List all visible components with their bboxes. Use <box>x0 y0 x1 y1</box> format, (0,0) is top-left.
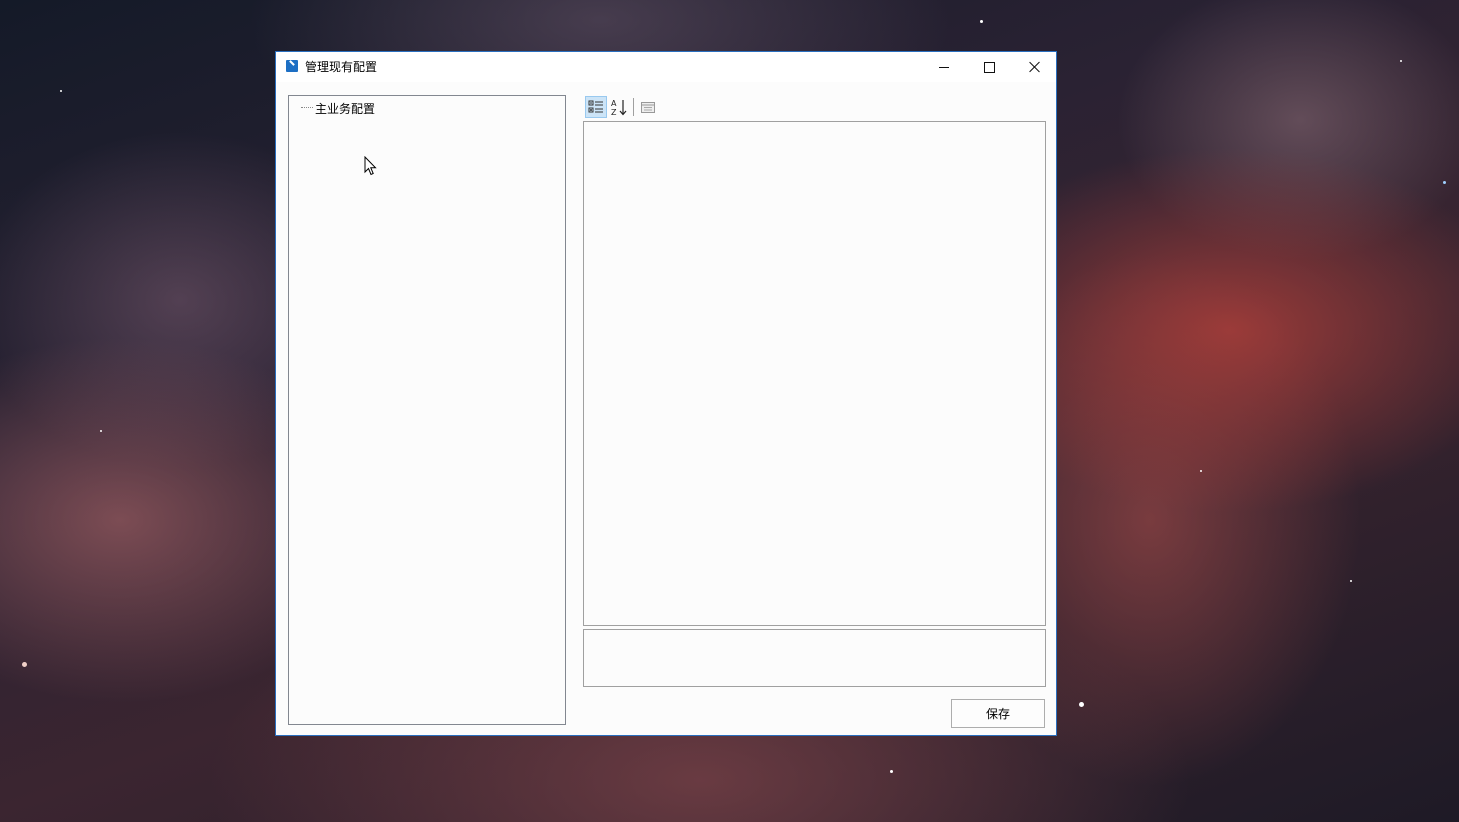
categorized-view-icon <box>588 100 603 113</box>
tree-node-label: 主业务配置 <box>315 101 376 116</box>
toolbar-separator <box>633 98 634 116</box>
manage-config-window: 管理现有配置 主业务配置 A Z 保存 <box>275 51 1057 736</box>
svg-text:Z: Z <box>611 108 617 116</box>
wrench-app-icon <box>286 60 298 72</box>
maximize-button[interactable] <box>966 52 1012 82</box>
svg-text:A: A <box>611 99 617 108</box>
close-button[interactable] <box>1012 52 1058 82</box>
property-description-panel <box>583 629 1046 687</box>
tree-node-main-business-config[interactable]: 主业务配置 <box>301 100 375 116</box>
star <box>1443 181 1446 184</box>
star <box>1200 470 1202 472</box>
star <box>100 430 102 432</box>
maximize-icon <box>983 61 995 73</box>
categorized-view-button[interactable] <box>585 96 607 118</box>
minimize-button[interactable] <box>921 52 967 82</box>
property-grid[interactable] <box>583 121 1046 626</box>
mouse-cursor-icon <box>364 156 377 176</box>
save-button[interactable]: 保存 <box>951 699 1045 728</box>
star <box>60 90 62 92</box>
star <box>1400 60 1402 62</box>
title-bar[interactable]: 管理现有配置 <box>276 52 1056 82</box>
config-tree-view[interactable]: 主业务配置 <box>288 95 566 725</box>
tree-connector-line <box>301 107 313 109</box>
star <box>980 20 983 23</box>
alphabetical-sort-button[interactable]: A Z <box>608 96 630 118</box>
star <box>1079 702 1084 707</box>
window-title: 管理现有配置 <box>305 60 378 74</box>
property-pages-icon <box>641 102 655 113</box>
property-pages-button[interactable] <box>637 96 659 118</box>
minimize-icon <box>939 66 949 68</box>
close-icon <box>1029 61 1041 73</box>
star <box>22 662 27 667</box>
star <box>890 770 893 773</box>
property-grid-toolbar: A Z <box>584 95 674 119</box>
sort-az-icon: A Z <box>611 99 627 116</box>
star <box>1350 580 1352 582</box>
